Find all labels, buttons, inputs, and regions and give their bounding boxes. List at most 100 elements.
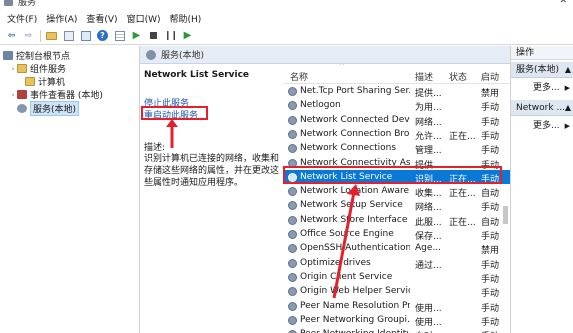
cell-startup: 手动 [481,131,500,142]
table-row[interactable]: Peer Name Resolution Pr... 使用... 手动 [284,299,510,314]
restart-icon[interactable]: ▶ [181,29,194,42]
service-gear-icon [288,144,297,154]
cell-startup: 手动 [481,103,500,114]
cell-description: 网络... [415,117,442,128]
menu-bar: 文件(F) 操作(A) 查看(V) 窗口(W) 帮助(H) [0,10,573,27]
cell-startup: 手动 [481,232,500,242]
tree-item-event-viewer[interactable]: › 事件查看器 (本地) [9,88,103,101]
restart-service-link[interactable]: 重启动此服务 [144,108,198,121]
cell-startup: 手动 [481,160,500,171]
pause-icon[interactable]: ❙❙ [164,29,178,42]
tree-item-label: 服务(本地) [30,101,80,116]
service-gear-icon [288,287,297,297]
folder-icon [17,64,27,73]
list-header: ^ 名称 描述 状态 启动 [284,64,510,84]
service-gear-icon [288,101,297,111]
table-row[interactable]: Netlogon 为用... 手动 [284,98,510,114]
cell-name: OpenSSH Authentication ... [300,243,410,254]
service-gear-icon [288,87,297,96]
cell-name: Optimize drives [300,257,371,268]
column-name[interactable]: 名称 [290,70,308,83]
cell-name: Office Source Engine [300,229,394,239]
table-row[interactable]: Network Connectivity Ass... 提供... 手动 [284,156,510,171]
help-icon[interactable]: ? [96,29,109,42]
cell-status: 正在... [449,217,476,228]
title-bar: 服务 ✕ [0,0,573,10]
table-row[interactable]: Origin Web Helper Service 手动 [284,284,510,299]
menu-action[interactable]: 操作(A) [46,12,77,25]
table-row[interactable]: Network List Service 识别... 正在... 手动 [284,169,510,185]
cell-description: 网络... [415,203,442,214]
play-icon[interactable]: ▶ [130,29,143,42]
list-icon[interactable] [113,29,126,42]
computer-icon [3,51,13,60]
cell-name: Peer Networking Identity... [300,329,410,333]
services-list: ^ 名称 描述 状态 启动 Net.Tcp Port Sharing Ser..… [284,64,510,333]
cell-description: 使用... [415,317,442,328]
service-description: 识别计算机已连接的网络，收集和存储这些网络的属性，并在更改这些属性时通知应用程序… [144,154,280,188]
actions-group-services[interactable]: 服务(本地) ▲ [511,62,573,78]
menu-file[interactable]: 文件(F) [7,12,37,25]
tree-item-component-services[interactable]: › 组件服务 [9,62,66,75]
table-row[interactable]: Optimize drives 通过... 手动 [284,256,510,271]
export-icon[interactable] [79,29,92,42]
cell-description: Age... [415,243,441,254]
chevron-right-icon: ▶ [564,122,570,130]
sort-up-icon: ^ [339,64,345,70]
tree-item-label: 计算机 [38,78,66,88]
menu-help[interactable]: 帮助(H) [170,12,202,25]
table-row[interactable]: Origin Client Service 手动 [284,270,510,285]
tree-root[interactable]: 控制台根节点 [3,49,70,62]
folder-icon[interactable] [45,29,58,42]
cell-startup: 自动 [481,189,500,200]
services-app-icon [4,0,13,6]
column-startup[interactable]: 启动 [481,70,499,83]
table-row[interactable]: Network Connections 管理... 手动 [284,141,510,157]
table-row[interactable]: Network Setup Service 网络... 手动 [284,198,510,214]
cell-status: 正在... [449,131,476,142]
back-icon[interactable]: ⇦ [5,29,18,42]
event-viewer-icon [17,90,27,99]
tree-root-label: 控制台根节点 [16,52,71,62]
tree-item-computers[interactable]: 计算机 [25,75,65,88]
service-name: Network List Service [144,70,250,80]
cell-name: Peer Networking Groupi... [300,314,410,325]
menu-view[interactable]: 查看(V) [86,12,117,25]
table-row[interactable]: Peer Networking Identity... 向对... 手动 [284,327,510,333]
cell-description: 使用... [415,303,442,314]
menu-window[interactable]: 窗口(W) [127,12,161,25]
cell-name: Origin Client Service [300,271,393,282]
column-description[interactable]: 描述 [415,70,433,83]
cell-name: Network Connections [300,143,397,154]
cell-startup: 手动 [481,303,500,314]
stop-icon[interactable] [147,29,160,42]
table-row[interactable]: Net.Tcp Port Sharing Ser... 提供... 禁用 [284,84,510,99]
table-row[interactable]: Network Connection Bro... 允许... 正在... 手动 [284,127,510,142]
actions-group-network[interactable]: Network ... ▲ [511,100,573,116]
cell-name: Network Connectivity Ass... [300,157,410,168]
close-icon[interactable]: ✕ [559,0,567,6]
tree-item-label: 组件服务 [30,65,67,75]
service-gear-icon [288,201,297,211]
cell-startup: 禁用 [481,246,500,257]
chevron-right-icon[interactable]: › [9,65,17,73]
scrollbar-thumb[interactable] [503,206,508,224]
cell-description: 管理... [415,146,442,157]
chevron-right-icon[interactable]: › [9,91,17,99]
tree-item-services-local[interactable]: 服务(本地) [17,101,80,116]
table-row[interactable]: Peer Networking Groupi... 使用... 手动 [284,313,510,328]
cell-description: 提供... [415,160,442,171]
table-row[interactable]: OpenSSH Authentication ... Age... 禁用 [284,241,510,257]
actions-pane: 操作 服务(本地) ▲ 更多... ▶ Network ... ▲ 更多... … [510,46,573,333]
column-status[interactable]: 状态 [449,70,467,83]
more-actions-1[interactable]: 更多... ▶ [511,81,573,95]
table-row[interactable]: Office Source Engine 保存... 手动 [284,227,510,242]
refresh-icon[interactable] [62,29,75,42]
description-label: 描述: [144,143,166,153]
forward-icon[interactable]: ⇨ [22,29,35,42]
table-row[interactable]: Network Store Interface ... 此服... 正在... 自动 [284,213,510,228]
more-actions-2[interactable]: 更多... ▶ [511,119,573,133]
table-row[interactable]: Network Location Aware... 收集... 正在... 自动 [284,184,510,200]
more-actions-label: 更多... [533,121,560,131]
table-row[interactable]: Network Connected Devi... 网络... 手动 [284,113,510,128]
